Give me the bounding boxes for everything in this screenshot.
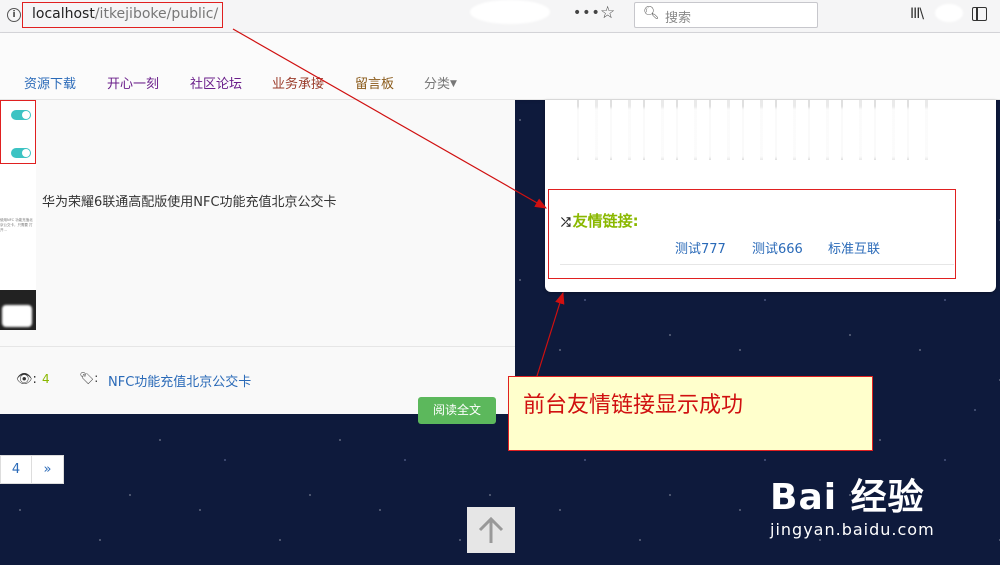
back-to-top-button[interactable] <box>467 507 515 553</box>
tags-icon: 🏷︎: <box>79 371 99 385</box>
annotation-text: 前台友情链接显示成功 <box>523 393 744 418</box>
redacted-area <box>2 305 32 327</box>
article-card: 使用NFC 功能充值北京公交卡，只需要 打开... 华为荣耀6联通高配版使用NF… <box>0 100 515 414</box>
friend-links-title: 友情链接: <box>572 212 639 230</box>
redacted-area <box>470 0 550 24</box>
pagination-next[interactable]: » <box>31 455 64 484</box>
search-placeholder: 搜索 <box>665 11 692 26</box>
redacted-area <box>560 108 945 158</box>
search-input[interactable]: 🔍︎ 搜索 <box>634 2 818 28</box>
article-tag-link[interactable]: NFC功能充值北京公交卡 <box>108 371 251 390</box>
site-navigation: 资源下载 开心一刻 社区论坛 业务承接 留言板 分类▼ <box>0 33 1000 100</box>
arrow-to-links-panel <box>536 291 565 377</box>
nav-item-guestbook[interactable]: 留言板 <box>355 73 394 92</box>
watermark-url: jingyan.baidu.com <box>770 520 935 539</box>
nav-item-downloads[interactable]: 资源下载 <box>24 73 76 92</box>
chevron-down-icon: ▼ <box>450 79 457 89</box>
arrow-up-icon <box>478 516 504 543</box>
redacted-area <box>935 4 963 22</box>
read-more-button[interactable]: 阅读全文 <box>418 397 496 424</box>
search-icon: 🔍︎ <box>643 6 660 21</box>
shuffle-icon: ⤮ <box>561 215 571 229</box>
browser-toolbar: i localhost/itkejiboke/public/ ••• ☆ 🔍︎ … <box>0 0 1000 33</box>
annotation-callout: 前台友情链接显示成功 <box>508 376 873 451</box>
divider <box>0 346 515 347</box>
thumbnail-caption: 使用NFC 功能充值北京公交卡，只需要 打开... <box>0 218 33 232</box>
info-icon[interactable]: i <box>7 8 21 22</box>
friend-links-heading: ⤮ 友情链接: <box>561 210 639 231</box>
view-count: 4 <box>42 372 50 386</box>
friend-link-3[interactable]: 标准互联 <box>828 238 880 257</box>
friend-links-highlight-box <box>548 189 956 279</box>
nav-item-category[interactable]: 分类▼ <box>424 73 457 92</box>
friend-link-1[interactable]: 测试777 <box>675 238 726 257</box>
article-title[interactable]: 华为荣耀6联通高配版使用NFC功能充值北京公交卡 <box>42 191 337 210</box>
page-actions-icon[interactable]: ••• <box>573 5 601 21</box>
baidu-jingyan-logo: Bai 经验 <box>770 477 925 518</box>
bookmark-star-icon[interactable]: ☆ <box>600 3 615 23</box>
pagination-page-4[interactable]: 4 <box>0 455 32 484</box>
eye-icon: 👁︎: <box>16 372 37 387</box>
article-thumbnail[interactable]: 使用NFC 功能充值北京公交卡，只需要 打开... <box>0 100 36 330</box>
friend-link-2[interactable]: 测试666 <box>752 238 803 257</box>
thumbnail-highlight-box <box>0 100 36 164</box>
sidebar-toggle-icon[interactable] <box>972 7 987 21</box>
url-highlight-box <box>22 2 223 28</box>
divider <box>560 264 954 265</box>
library-icon[interactable]: III\ <box>910 6 924 22</box>
nav-item-forum[interactable]: 社区论坛 <box>190 73 242 92</box>
nav-category-label: 分类 <box>424 77 451 92</box>
nav-item-fun[interactable]: 开心一刻 <box>107 73 159 92</box>
nav-item-business[interactable]: 业务承接 <box>272 73 324 92</box>
